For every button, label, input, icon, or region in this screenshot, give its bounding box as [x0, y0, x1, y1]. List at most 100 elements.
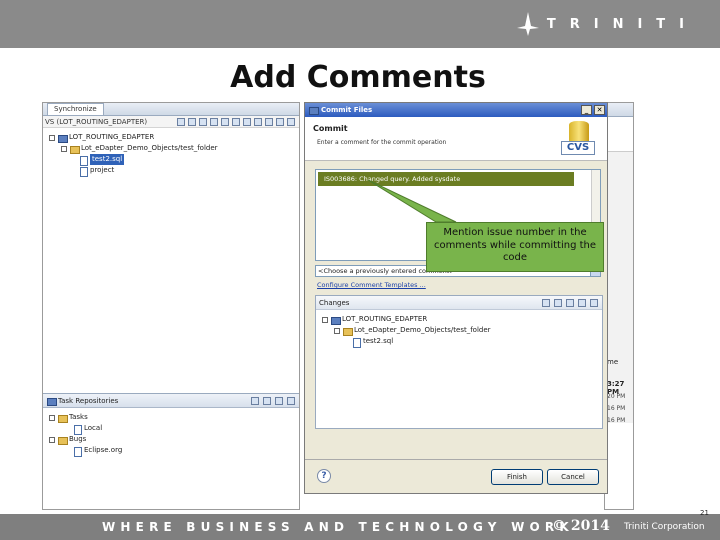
task-item-bugs[interactable]: Bugs	[49, 434, 299, 445]
repository-icon	[73, 446, 82, 457]
toolbar-icon[interactable]	[566, 298, 574, 307]
project-icon	[58, 134, 68, 143]
tree-item-folder[interactable]: Lot_eDapter_Demo_Objects/test_folder	[49, 143, 299, 154]
toolbar-icon[interactable]	[287, 396, 295, 405]
toolbar-icon[interactable]	[210, 118, 218, 126]
file-icon	[79, 155, 88, 166]
toolbar-icon[interactable]	[254, 118, 262, 126]
triniti-logo-icon	[516, 12, 539, 36]
footer-divider	[305, 459, 607, 460]
changes-label: Changes	[319, 298, 350, 307]
toolbar-icon[interactable]	[276, 118, 284, 126]
dialog-heading: Commit	[313, 124, 348, 133]
collapse-icon[interactable]	[49, 436, 55, 443]
changes-toolbar	[542, 298, 602, 307]
minimize-button[interactable]: _	[581, 105, 592, 115]
dialog-header: Commit Enter a comment for the commit op…	[305, 117, 607, 161]
triniti-logo: TRINITI	[516, 12, 698, 36]
task-repository-icon	[47, 397, 57, 406]
task-repositories-header: Task Repositories	[43, 394, 299, 408]
file-icon	[352, 337, 361, 348]
collapse-icon[interactable]	[49, 414, 55, 421]
time-value: 20 PM	[607, 393, 626, 400]
view-title-line: VS (LOT_ROUTING_EDAPTER)	[43, 116, 299, 128]
right-panel-header	[605, 103, 633, 117]
task-item-tasks[interactable]: Tasks	[49, 412, 299, 423]
footer-band: WHERE BUSINESS AND TECHNOLOGY WORK © 201…	[0, 514, 720, 540]
window-controls: _ ✕	[581, 105, 607, 115]
tab-synchronize[interactable]: Synchronize	[47, 103, 104, 115]
commit-files-dialog: Commit Files _ ✕ Commit Enter a comment …	[304, 102, 608, 494]
task-toolbar	[251, 396, 299, 405]
toolbar-icon[interactable]	[263, 396, 271, 405]
dialog-titlebar[interactable]: Commit Files _ ✕	[305, 103, 607, 117]
changes-item-file[interactable]: test2.sql	[322, 336, 602, 348]
page-number: 21	[700, 509, 709, 517]
toolbar-icon[interactable]	[265, 118, 273, 126]
folder-icon	[343, 327, 353, 336]
toolbar-icon[interactable]	[287, 118, 295, 126]
collapse-icon[interactable]	[49, 134, 55, 141]
toolbar-icon[interactable]	[221, 118, 229, 126]
changes-item-root[interactable]: LOT_ROUTING_EDAPTER	[322, 314, 602, 325]
toolbar-icon[interactable]	[275, 396, 283, 405]
brand-name: TRINITI	[546, 16, 698, 32]
tagline: WHERE BUSINESS AND TECHNOLOGY WORK	[102, 520, 574, 534]
eclipse-right-panel: me 3:27 PM 20 PM 16 PM 16 PM	[604, 102, 634, 510]
sync-tree: LOT_ROUTING_EDAPTER Lot_eDapter_Demo_Obj…	[43, 128, 299, 177]
toolbar-icon[interactable]	[199, 118, 207, 126]
toolbar-icon[interactable]	[188, 118, 196, 126]
collapse-icon[interactable]	[322, 316, 328, 323]
view-tabbar: Synchronize	[43, 103, 299, 116]
toolbar-icon[interactable]	[251, 396, 259, 405]
finish-button[interactable]: Finish	[491, 469, 543, 485]
help-button[interactable]: ?	[317, 469, 331, 483]
task-repositories-panel: Task Repositories Tasks Local Bugs Eclip…	[43, 393, 299, 509]
changes-panel: Changes LOT_ROUTING_EDAPTER Lot_eDapter_…	[315, 295, 603, 429]
dialog-subheading: Enter a comment for the commit operation	[317, 139, 447, 146]
cvs-label: CVS	[561, 141, 595, 155]
dialog-icon	[309, 106, 319, 115]
task-tree: Tasks Local Bugs Eclipse.org	[43, 408, 299, 457]
corporation-name: Triniti Corporation	[624, 522, 705, 532]
view-toolbar	[177, 118, 295, 126]
copyright: © 2014	[552, 518, 610, 534]
changes-tree: LOT_ROUTING_EDAPTER Lot_eDapter_Demo_Obj…	[316, 310, 602, 348]
toolbar-icon[interactable]	[578, 298, 586, 307]
tree-item-file[interactable]: test2.sql	[49, 154, 299, 166]
time-value: 16 PM	[607, 417, 626, 424]
time-value: 16 PM	[607, 405, 626, 412]
file-icon	[79, 166, 88, 177]
changes-item-folder[interactable]: Lot_eDapter_Demo_Objects/test_folder	[322, 325, 602, 336]
project-icon	[331, 316, 341, 325]
collapse-icon[interactable]	[334, 327, 340, 334]
task-item-eclipse[interactable]: Eclipse.org	[49, 445, 299, 457]
cvs-logo: CVS	[561, 121, 595, 157]
toolbar-icon[interactable]	[542, 298, 550, 307]
dialog-title: Commit Files	[321, 106, 373, 114]
toolbar-icon[interactable]	[243, 118, 251, 126]
slide-title: Add Comments	[230, 60, 486, 95]
task-repositories-title[interactable]: Task Repositories	[58, 397, 118, 405]
tree-item-root[interactable]: LOT_ROUTING_EDAPTER	[49, 132, 299, 143]
toolbar-icon[interactable]	[554, 298, 562, 307]
cancel-button[interactable]: Cancel	[547, 469, 599, 485]
comment-text: IS003686: Changed query. Added sysdate	[318, 172, 574, 186]
collapse-icon[interactable]	[61, 145, 67, 152]
configure-templates-link[interactable]: Configure Comment Templates ...	[317, 281, 426, 289]
view-title-text: VS (LOT_ROUTING_EDAPTER)	[45, 118, 148, 126]
column-header-time: me	[607, 358, 619, 366]
folder-icon	[70, 145, 80, 154]
folder-icon	[58, 436, 68, 445]
close-button[interactable]: ✕	[594, 105, 605, 115]
toolbar-icon[interactable]	[232, 118, 240, 126]
toolbar-icon[interactable]	[177, 118, 185, 126]
annotation-callout: Mention issue number in the comments whi…	[426, 222, 604, 272]
task-item-local[interactable]: Local	[49, 423, 299, 435]
toolbar-icon[interactable]	[590, 298, 598, 307]
header-band: TRINITI	[0, 0, 720, 48]
eclipse-synchronize-view: Synchronize VS (LOT_ROUTING_EDAPTER) LOT…	[42, 102, 300, 510]
changes-header: Changes	[316, 296, 602, 310]
repository-icon	[73, 424, 82, 435]
tree-item-project[interactable]: project	[49, 165, 299, 177]
